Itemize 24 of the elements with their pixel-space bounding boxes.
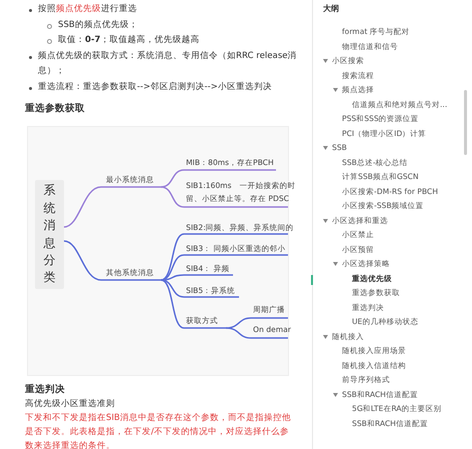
root-node: 系统消息分类	[35, 180, 64, 289]
outline-title: 大纲	[322, 3, 340, 15]
bullet-text: SSB的频点优先级；	[58, 18, 138, 32]
bullet-text: 取值：0-7；取值越高，优先级越高	[58, 34, 200, 47]
bullet-icon	[47, 39, 52, 44]
caret-icon[interactable]	[333, 262, 338, 266]
bullet-text: 频点优先级的获取方式：系统消息、专用信令（如RRC release消息）；	[38, 50, 297, 78]
bullet-text: 按照频点优先级进行重选	[38, 3, 137, 16]
caret-icon[interactable]	[323, 59, 328, 64]
caret-icon[interactable]	[333, 392, 338, 397]
bullet-icon	[29, 9, 32, 12]
bullet-icon	[47, 24, 52, 28]
section-heading: 重选参数获取	[25, 102, 86, 116]
bullet-icon	[29, 86, 32, 90]
note-text: 下发和不下发是指在SIB消息中是否存在这个参数，而不是指操控他是否下发。此表格是指，在下发/不下发的情况中，对应选择什么参数来选择重选的条件。	[25, 412, 292, 449]
bullet-text: 重选流程：重选参数获取-->邻区启测判决-->小区重选判决	[38, 80, 272, 94]
bullet-icon	[29, 56, 32, 58]
caret-icon[interactable]	[323, 218, 328, 223]
scrollbar[interactable]	[464, 90, 467, 155]
caret-icon[interactable]	[323, 146, 328, 150]
caret-icon[interactable]	[323, 334, 328, 339]
paragraph: 高优先级小区重选准则	[25, 398, 116, 411]
section-heading: 重选判决	[25, 382, 66, 397]
caret-icon[interactable]	[333, 88, 338, 92]
